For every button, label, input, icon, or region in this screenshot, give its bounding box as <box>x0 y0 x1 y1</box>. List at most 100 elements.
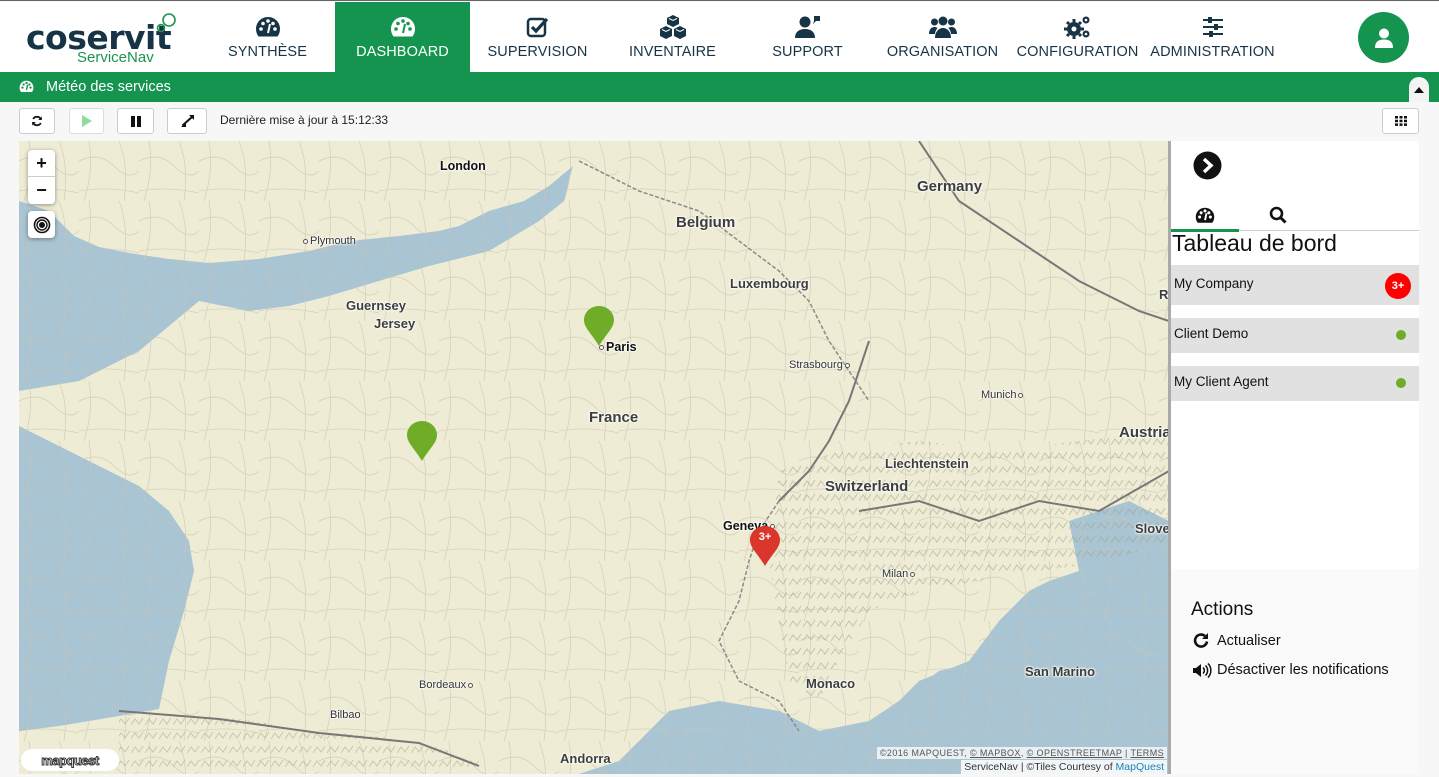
map-label-strasbourg: Strasbourg <box>789 359 852 371</box>
map-label-switzerland: Switzerland <box>825 478 909 495</box>
pause-button[interactable] <box>117 108 154 134</box>
user-speech-icon <box>794 14 822 40</box>
mapquest-logo[interactable]: mapquest <box>21 749 119 771</box>
tiles-attribution: ServiceNav | ©Tiles Courtesy of MapQuest <box>961 760 1167 774</box>
play-icon <box>82 115 92 127</box>
grid-icon <box>1394 116 1407 126</box>
layout-grid-button[interactable] <box>1382 108 1419 134</box>
zoom-in-button[interactable]: + <box>28 150 55 177</box>
client-item-my-company[interactable]: My Company 3+ <box>1171 265 1419 305</box>
target-icon <box>33 216 50 233</box>
map-label-r: R <box>1159 287 1169 302</box>
dashboard-gauge-icon <box>19 80 34 98</box>
locate-button[interactable] <box>28 211 55 238</box>
openstreetmap-link[interactable]: © OPENSTREETMAP <box>1027 748 1122 758</box>
nav-label: SUPERVISION <box>487 44 588 60</box>
map-label-austria: Austria <box>1119 424 1169 441</box>
map-label-liechtenstein: Liechtenstein <box>885 456 969 471</box>
nav-administration[interactable]: ADMINISTRATION <box>1145 2 1280 72</box>
users-icon <box>928 14 957 40</box>
cubes-icon <box>658 14 688 40</box>
client-item-my-client-agent[interactable]: My Client Agent <box>1171 366 1419 401</box>
check-square-icon <box>526 14 550 40</box>
zoom-out-button[interactable]: − <box>28 177 55 204</box>
dashboard-gauge-icon <box>390 14 416 40</box>
main-nav: SYNTHÈSE DASHBOARD SUPERVISION INVENTAIR… <box>200 2 1280 72</box>
map-marker-grenoble[interactable]: 3+ <box>749 525 781 567</box>
top-header: coservit ServiceNav SYNTHÈSE DASHBOARD S… <box>0 2 1439 72</box>
nav-label: CONFIGURATION <box>1016 44 1139 60</box>
user-icon <box>1374 28 1393 48</box>
nav-label: ORGANISATION <box>886 44 999 60</box>
map-label-germany: Germany <box>917 178 983 195</box>
nav-inventaire[interactable]: INVENTAIRE <box>605 2 740 72</box>
collapse-header-button[interactable] <box>1409 77 1429 102</box>
nav-label: DASHBOARD <box>356 44 449 60</box>
client-name: My Client Agent <box>1174 374 1269 389</box>
terms-link[interactable]: TERMS <box>1131 748 1165 758</box>
refresh-button[interactable] <box>19 108 55 134</box>
logo-product-name: ServiceNav <box>77 49 154 66</box>
status-ok-dot <box>1396 330 1406 340</box>
map-label-milan: Milan <box>882 568 917 580</box>
logo-rings-icon <box>156 13 176 33</box>
collapse-panel-button[interactable] <box>1193 151 1222 180</box>
nav-dashboard[interactable]: DASHBOARD <box>335 2 470 72</box>
map-label-san-marino: San Marino <box>1025 664 1096 679</box>
volume-icon <box>1193 662 1217 678</box>
expand-icon <box>180 115 194 127</box>
toolbar: Dernière mise à jour à 15:12:33 <box>0 102 1439 141</box>
mapbox-link[interactable]: © MAPBOX <box>970 748 1021 758</box>
action-label: Désactiver les notifications <box>1217 662 1389 678</box>
tab-dashboard[interactable] <box>1171 199 1239 232</box>
chevron-circle-right-icon <box>1193 151 1222 180</box>
nav-configuration[interactable]: CONFIGURATION <box>1010 2 1145 72</box>
service-map[interactable]: London Plymouth Belgium Germany Luxembou… <box>19 141 1169 774</box>
client-item-client-demo[interactable]: Client Demo <box>1171 318 1419 353</box>
status-ok-dot <box>1396 378 1406 388</box>
alert-count-badge: 3+ <box>1385 273 1411 299</box>
nav-support[interactable]: SUPPORT <box>740 2 875 72</box>
map-label-bilbao: Bilbao <box>330 709 361 721</box>
refresh-action[interactable]: Actualiser <box>1193 632 1281 649</box>
user-menu-button[interactable] <box>1358 12 1409 63</box>
actions-title: Actions <box>1191 599 1254 620</box>
map-label-jersey: Jersey <box>374 316 416 331</box>
map-label-belgium: Belgium <box>676 214 736 231</box>
last-update-status: Dernière mise à jour à 15:12:33 <box>220 113 389 127</box>
nav-organisation[interactable]: ORGANISATION <box>875 2 1010 72</box>
map-label-france: France <box>589 409 639 426</box>
nav-label: SYNTHÈSE <box>228 44 307 60</box>
map-label-london: London <box>440 159 486 173</box>
side-panel: Tableau de bord My Company 3+ Client Dem… <box>1171 141 1419 774</box>
gears-icon <box>1063 14 1092 40</box>
sliders-icon <box>1201 14 1225 40</box>
search-icon <box>1269 206 1287 224</box>
page-title: Météo des services <box>46 79 171 95</box>
nav-label: INVENTAIRE <box>629 44 716 60</box>
map-label-slovenia: Slove <box>1135 521 1169 536</box>
refresh-icon <box>1193 632 1217 649</box>
map-attribution: ©2016 MAPQUEST, © MAPBOX, © OPENSTREETMA… <box>876 747 1167 759</box>
map-marker-nantes[interactable] <box>406 420 438 462</box>
play-button[interactable] <box>69 108 104 134</box>
dashboard-gauge-icon <box>1195 207 1215 223</box>
refresh-icon <box>32 115 42 127</box>
mapquest-link[interactable]: MapQuest <box>1116 761 1164 773</box>
coservit-logo[interactable]: coservit ServiceNav <box>26 12 186 68</box>
client-name: My Company <box>1174 276 1254 291</box>
client-name: Client Demo <box>1174 326 1249 341</box>
fullscreen-button[interactable] <box>167 108 207 134</box>
map-marker-paris[interactable] <box>583 305 615 347</box>
map-label-bordeaux: Bordeaux <box>419 679 475 691</box>
map-tiles[interactable] <box>19 141 1169 774</box>
map-zoom-control: + − <box>28 150 55 204</box>
pause-icon <box>130 115 141 127</box>
disable-notifications-action[interactable]: Désactiver les notifications <box>1193 662 1389 678</box>
actions-section: Actions Actualiser Désactiver les notifi… <box>1171 569 1419 774</box>
tab-search[interactable] <box>1244 199 1312 231</box>
nav-supervision[interactable]: SUPERVISION <box>470 2 605 72</box>
nav-synthese[interactable]: SYNTHÈSE <box>200 2 335 72</box>
map-label-guernsey: Guernsey <box>346 298 406 313</box>
map-pin-icon <box>407 421 437 461</box>
